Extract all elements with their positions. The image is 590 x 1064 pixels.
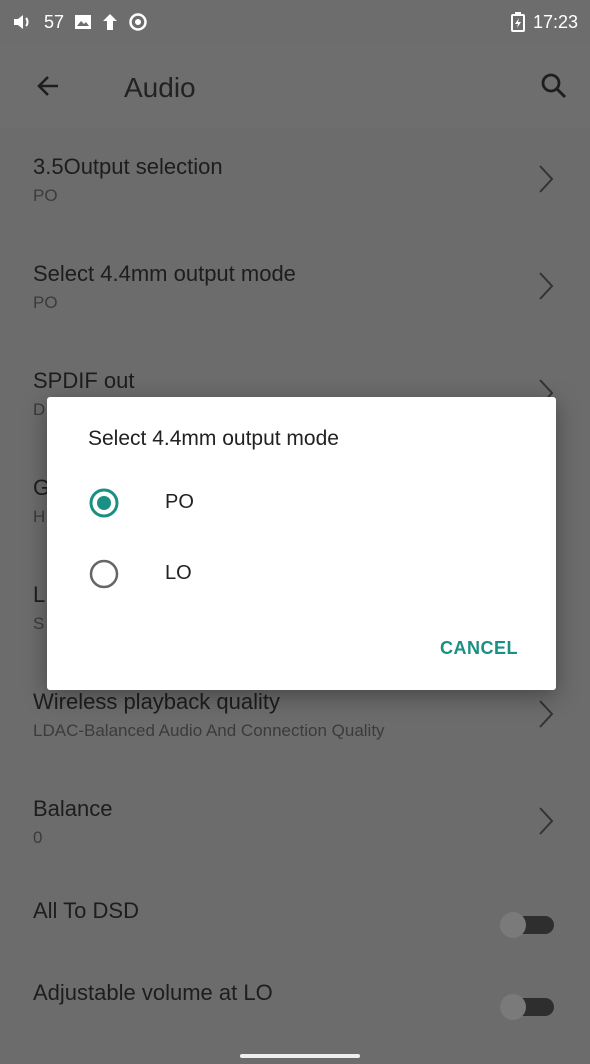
setting-title: All To DSD: [33, 898, 139, 923]
radio-unselected-icon[interactable]: [88, 558, 120, 590]
setting-title: Wireless playback quality: [33, 689, 280, 714]
radio-selected-icon[interactable]: [88, 487, 120, 519]
chevron-right-icon: [538, 699, 554, 729]
setting-title: L: [33, 582, 46, 607]
output-mode-dialog: Select 4.4mm output mode PO LO CANCEL: [47, 397, 556, 690]
upload-icon: [102, 13, 118, 31]
page-title: Audio: [124, 72, 196, 103]
setting-subtitle: S: [33, 614, 45, 633]
setting-subtitle: LDAC-Balanced Audio And Connection Quali…: [33, 721, 385, 740]
cancel-button[interactable]: CANCEL: [440, 638, 518, 659]
search-icon[interactable]: [536, 68, 572, 104]
setting-subtitle: PO: [33, 293, 58, 312]
app-bar: Audio: [0, 44, 590, 128]
option-po[interactable]: PO: [47, 473, 556, 533]
back-arrow-icon[interactable]: [30, 68, 70, 104]
volume-icon: [12, 13, 34, 31]
battery-charging-icon: [510, 12, 525, 32]
image-icon: [74, 13, 92, 31]
setting-item-3-5-output[interactable]: 3.5Output selection PO: [0, 128, 590, 228]
setting-item-balance[interactable]: Balance 0: [0, 770, 590, 870]
setting-title: Balance: [33, 796, 113, 821]
sync-icon: [128, 12, 148, 32]
option-lo[interactable]: LO: [47, 544, 556, 604]
chevron-right-icon: [538, 806, 554, 836]
toggle-knob: [500, 994, 526, 1020]
clock: 17:23: [532, 11, 578, 32]
option-label: LO: [165, 562, 192, 584]
setting-item-4-4mm-output[interactable]: Select 4.4mm output mode PO: [0, 235, 590, 335]
setting-item-adjustable-volume-lo[interactable]: Adjustable volume at LO: [0, 954, 590, 1054]
gesture-nav-bar[interactable]: [240, 1054, 360, 1058]
chevron-right-icon: [538, 271, 554, 301]
dialog-title: Select 4.4mm output mode: [88, 427, 339, 450]
setting-subtitle: H: [33, 507, 46, 526]
setting-subtitle: D: [33, 400, 46, 419]
option-label: PO: [165, 491, 194, 513]
all-to-dsd-toggle[interactable]: [500, 912, 554, 938]
setting-subtitle: PO: [33, 186, 58, 205]
status-bar: 57 17:23: [0, 0, 590, 44]
adjustable-volume-toggle[interactable]: [500, 994, 554, 1020]
toggle-knob: [500, 912, 526, 938]
setting-title: Select 4.4mm output mode: [33, 261, 296, 286]
setting-subtitle: 0: [33, 828, 43, 847]
setting-title: Adjustable volume at LO: [33, 980, 273, 1005]
setting-title: 3.5Output selection: [33, 154, 223, 179]
setting-title: SPDIF out: [33, 368, 135, 393]
chevron-right-icon: [538, 164, 554, 194]
volume-level: 57: [44, 11, 65, 32]
